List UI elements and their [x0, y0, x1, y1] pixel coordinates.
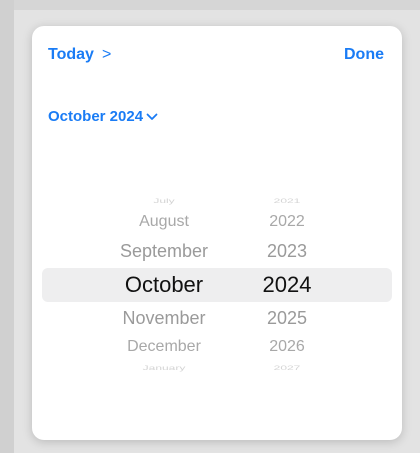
month-year-wheel-picker[interactable]: July August September October November D… — [32, 186, 402, 376]
year-option[interactable]: 2025 — [242, 308, 332, 329]
backdrop — [0, 0, 420, 10]
month-option[interactable]: November — [94, 308, 234, 329]
done-button[interactable]: Done — [344, 46, 384, 64]
today-button[interactable]: Today > — [48, 46, 111, 64]
year-option[interactable]: 2021 — [242, 198, 332, 205]
month-option[interactable]: September — [94, 241, 234, 262]
month-wheel[interactable]: July August September October November D… — [94, 186, 234, 376]
month-year-label: October 2024 — [48, 108, 144, 125]
today-label: Today — [48, 46, 94, 63]
date-picker-popover: Today > Done October 2024 July August Se… — [32, 26, 402, 440]
year-option[interactable]: 2022 — [242, 213, 332, 231]
year-option[interactable]: 2026 — [242, 338, 332, 356]
year-option-selected[interactable]: 2024 — [242, 272, 332, 298]
year-option[interactable]: 2027 — [242, 365, 332, 372]
year-wheel[interactable]: 2021 2022 2023 2024 2025 2026 2027 — [242, 186, 332, 376]
chevron-right-icon: > — [101, 46, 112, 63]
month-option[interactable]: December — [94, 338, 234, 356]
month-option-selected[interactable]: October — [94, 272, 234, 298]
year-option[interactable]: 2023 — [242, 241, 332, 262]
window-edge — [0, 0, 14, 453]
month-option[interactable]: August — [94, 213, 234, 231]
month-option[interactable]: July — [94, 198, 234, 205]
chevron-down-icon — [146, 113, 158, 120]
month-option[interactable]: January — [94, 365, 234, 372]
month-year-toggle[interactable]: October 2024 — [48, 108, 158, 125]
